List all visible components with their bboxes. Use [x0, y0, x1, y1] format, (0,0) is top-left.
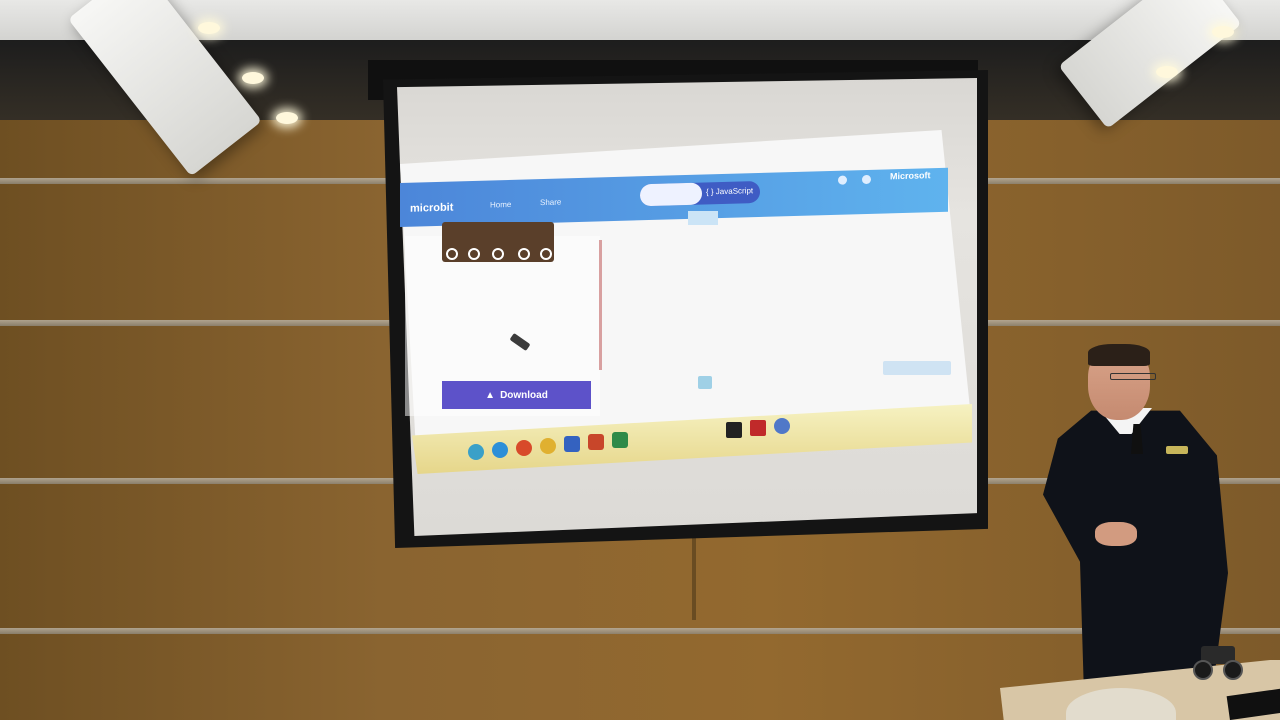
speaker-hair: [1088, 344, 1150, 366]
taskbar-word-icon: [564, 436, 580, 452]
microbit-pin: [468, 248, 480, 260]
robot-wheel: [1223, 660, 1243, 680]
lecture-room-scene: microbit Home Share { } JavaScript Micro…: [0, 0, 1280, 720]
help-icon: [838, 175, 847, 185]
microbit-pin: [446, 248, 458, 260]
ceiling-light-bulb: [242, 72, 264, 84]
projected-microbit-simulator: [442, 222, 554, 262]
microbit-pin: [492, 248, 504, 260]
taskbar-browser-icon: [492, 442, 508, 458]
projected-zoom-controls: [883, 361, 951, 375]
robot-car: [1193, 636, 1243, 680]
projected-share-link: Share: [540, 197, 562, 208]
ceiling-light-bulb: [276, 112, 298, 124]
shirt-logo: [1166, 446, 1188, 454]
speaker-hand: [1095, 522, 1137, 546]
speaker-glasses: [1110, 373, 1156, 380]
taskbar-powerpoint-icon: [588, 434, 604, 450]
settings-icon: [862, 174, 871, 185]
taskbar-app-icon: [774, 418, 790, 434]
taskbar-app-icon: [468, 444, 484, 460]
projected-blocks-tab: [640, 182, 702, 207]
projected-home-link: Home: [490, 199, 512, 210]
projected-download-button: ▲ Download: [442, 381, 591, 409]
taskbar-browser-icon: [516, 440, 532, 456]
projected-panel-divider: [599, 240, 602, 370]
robot-wheel: [1193, 660, 1213, 680]
projected-editor-toggle: { } JavaScript: [640, 180, 760, 207]
ceiling-light-bulb: [1212, 26, 1234, 38]
projected-workspace-block: [698, 376, 712, 389]
projected-app-logo: microbit: [410, 201, 454, 215]
projected-download-label: Download: [500, 389, 548, 401]
ceiling-light-bulb: [1156, 66, 1178, 78]
projected-toolbox-tab: [688, 211, 718, 225]
download-icon: ▲: [485, 389, 496, 401]
ceiling-light-bulb: [198, 22, 220, 34]
taskbar-excel-icon: [612, 432, 628, 448]
projected-brand: Microsoft: [890, 170, 931, 182]
microbit-pin: [518, 248, 530, 260]
microbit-pin: [540, 248, 552, 260]
taskbar-browser-icon: [540, 438, 556, 454]
taskbar-pdf-icon: [750, 420, 766, 436]
projected-javascript-tab: { } JavaScript: [706, 186, 754, 197]
taskbar-terminal-icon: [726, 422, 742, 438]
